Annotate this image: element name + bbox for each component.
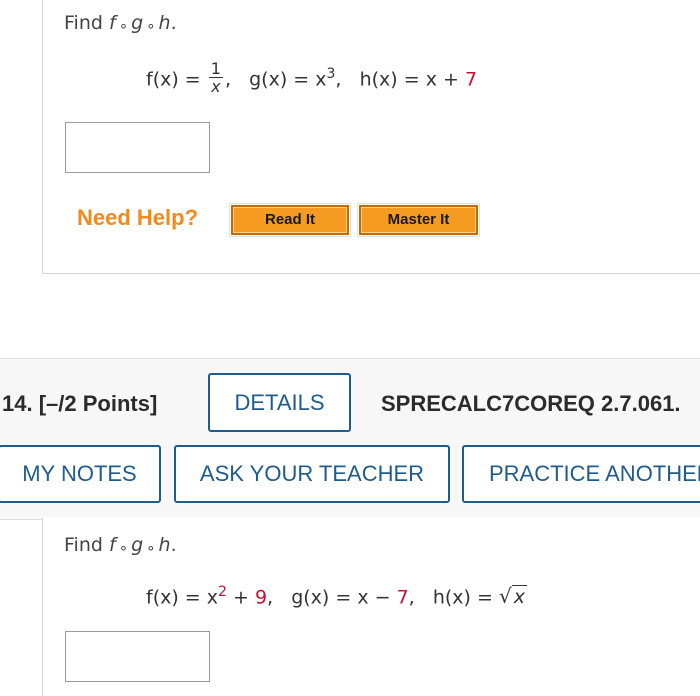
fraction: 1x — [208, 59, 223, 96]
read-it-button[interactable]: Read It — [229, 203, 351, 237]
period: . — [170, 534, 177, 556]
h-definition: h(x) = — [432, 586, 499, 609]
g-symbol: g — [131, 534, 144, 556]
compose-ring: ∘ — [118, 539, 129, 557]
h-symbol: h — [158, 534, 171, 556]
need-help-label: Need Help? — [77, 205, 199, 230]
find-label: Find — [64, 534, 103, 556]
f-constant: 9 — [254, 586, 268, 609]
question-13-formula: f(x) = 1x, g(x) = x3, h(x) = x + 7 — [146, 59, 478, 98]
comma: , — [335, 68, 342, 91]
fraction-denominator: x — [211, 77, 221, 96]
f-symbol: f — [108, 12, 116, 34]
compose-ring: ∘ — [118, 17, 129, 35]
period: . — [170, 12, 177, 34]
square-root: √ x — [498, 584, 527, 609]
g-definition: g(x) = x — [249, 68, 327, 91]
g-symbol: g — [131, 12, 144, 34]
question-code: SPRECALC7COREQ 2.7.061. — [381, 391, 681, 416]
radical-sign: √ — [498, 584, 512, 609]
comma: , — [224, 68, 231, 91]
question-number-points: 14. [–/2 Points] — [2, 391, 158, 416]
h-constant: 7 — [464, 68, 478, 91]
f-symbol: f — [108, 534, 116, 556]
exponent: 2 — [218, 584, 227, 600]
h-definition: h(x) = x + — [359, 68, 465, 91]
h-symbol: h — [158, 12, 171, 34]
compose-ring: ∘ — [146, 17, 156, 35]
ask-your-teacher-button[interactable]: ASK YOUR TEACHER — [174, 445, 450, 503]
practice-another-button[interactable]: PRACTICE ANOTHER — [462, 445, 700, 503]
answer-input-q13[interactable] — [65, 122, 210, 173]
plus-sign: + — [226, 586, 255, 609]
details-button[interactable]: DETAILS — [208, 373, 351, 432]
compose-ring: ∘ — [146, 539, 156, 557]
master-it-button[interactable]: Master It — [357, 203, 480, 237]
answer-input-q14[interactable] — [65, 631, 210, 682]
fraction-numerator: 1 — [208, 59, 223, 78]
f-definition-lhs: f(x) = — [146, 68, 207, 91]
comma: , — [408, 586, 415, 609]
question-14-formula: f(x) = x2 + 9, g(x) = x − 7, h(x) = √ x — [146, 584, 527, 609]
question-13-prompt: Find f ∘ g ∘ h. — [64, 12, 177, 35]
radicand: x — [511, 585, 527, 609]
find-label: Find — [64, 12, 103, 34]
my-notes-button[interactable]: MY NOTES — [0, 445, 161, 503]
f-definition-lhs: f(x) = x — [146, 586, 219, 609]
g-constant: 7 — [396, 586, 409, 609]
question-14-prompt: Find f ∘ g ∘ h. — [64, 534, 177, 557]
g-definition: g(x) = x − — [291, 586, 397, 609]
comma: , — [267, 586, 274, 609]
